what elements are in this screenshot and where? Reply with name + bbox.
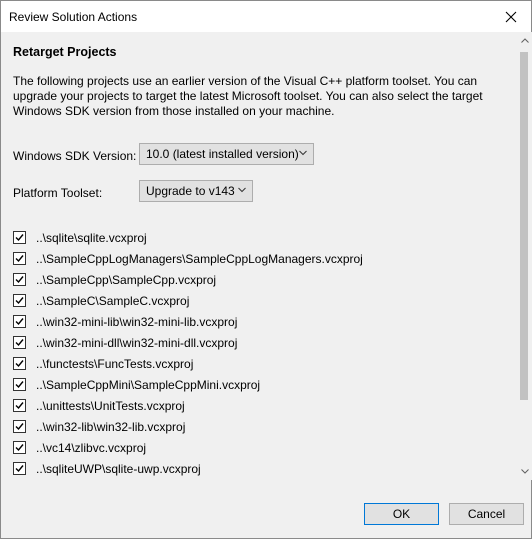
checkmark-icon <box>15 423 24 431</box>
project-checkbox[interactable] <box>13 420 26 433</box>
project-item[interactable]: ..\vc14\zlibvc.vcxproj <box>13 437 493 458</box>
chevron-down-icon <box>520 469 529 474</box>
platform-toolset-dropdown[interactable]: Upgrade to v143 <box>139 180 253 202</box>
project-checkbox[interactable] <box>13 399 26 412</box>
checkmark-icon <box>15 465 24 473</box>
title-bar: Review Solution Actions <box>1 1 531 32</box>
project-item[interactable]: ..\win32-mini-lib\win32-mini-lib.vcxproj <box>13 311 493 332</box>
project-item[interactable]: ..\SampleC\SampleC.vcxproj <box>13 290 493 311</box>
project-label: ..\SampleCpp\SampleCpp.vcxproj <box>36 272 217 287</box>
checkmark-icon <box>15 381 24 389</box>
sdk-version-label: Windows SDK Version: <box>13 149 137 163</box>
project-item[interactable]: ..\unittests\UnitTests.vcxproj <box>13 395 493 416</box>
platform-toolset-value: Upgrade to v143 <box>146 184 235 198</box>
project-item[interactable]: ..\win32-lib\win32-lib.vcxproj <box>13 416 493 437</box>
project-checkbox[interactable] <box>13 462 26 475</box>
checkmark-icon <box>15 297 24 305</box>
dialog-footer: OK Cancel <box>1 480 531 538</box>
project-list-scrollbar[interactable] <box>516 32 532 480</box>
project-label: ..\functests\FuncTests.vcxproj <box>36 356 194 371</box>
ok-button[interactable]: OK <box>364 503 439 525</box>
content-pane: Retarget Projects The following projects… <box>1 32 516 480</box>
chevron-up-icon <box>520 38 529 43</box>
checkmark-icon <box>15 339 24 347</box>
close-icon <box>505 11 517 22</box>
platform-toolset-label: Platform Toolset: <box>13 186 103 200</box>
project-label: ..\SampleCppLogManagers\SampleCppLogMana… <box>36 251 363 266</box>
checkmark-icon <box>15 402 24 410</box>
project-list: ..\sqlite\sqlite.vcxproj ..\SampleCppLogM… <box>13 227 493 479</box>
project-checkbox[interactable] <box>13 378 26 391</box>
cancel-button[interactable]: Cancel <box>449 503 524 525</box>
checkmark-icon <box>15 360 24 368</box>
project-checkbox[interactable] <box>13 357 26 370</box>
checkmark-icon <box>15 255 24 263</box>
checkmark-icon <box>15 318 24 326</box>
section-heading: Retarget Projects <box>13 45 117 59</box>
project-label: ..\sqliteUWP\sqlite-uwp.vcxproj <box>36 461 201 476</box>
project-label: ..\vc14\zlibvc.vcxproj <box>36 440 147 455</box>
project-label: ..\unittests\UnitTests.vcxproj <box>36 398 185 413</box>
scroll-up-button[interactable] <box>516 32 532 49</box>
section-description: The following projects use an earlier ve… <box>13 74 483 118</box>
project-item[interactable]: ..\SampleCppMini\SampleCppMini.vcxproj <box>13 374 493 395</box>
checkmark-icon <box>15 444 24 452</box>
project-label: ..\SampleCppMini\SampleCppMini.vcxproj <box>36 377 261 392</box>
checkmark-icon <box>15 234 24 242</box>
chevron-down-icon <box>238 187 246 195</box>
project-item[interactable]: ..\functests\FuncTests.vcxproj <box>13 353 493 374</box>
dialog-window: Review Solution Actions Retarget Project… <box>0 0 532 539</box>
project-item[interactable]: ..\win32-mini-dll\win32-mini-dll.vcxproj <box>13 332 493 353</box>
project-label: ..\win32-mini-lib\win32-mini-lib.vcxproj <box>36 314 238 329</box>
project-label: ..\win32-mini-dll\win32-mini-dll.vcxproj <box>36 335 238 350</box>
project-checkbox[interactable] <box>13 231 26 244</box>
project-label: ..\sqlite\sqlite.vcxproj <box>36 230 147 245</box>
window-title: Review Solution Actions <box>9 10 138 24</box>
project-checkbox[interactable] <box>13 294 26 307</box>
chevron-down-icon <box>299 150 307 158</box>
project-checkbox[interactable] <box>13 336 26 349</box>
project-item[interactable]: ..\sqliteUWP\sqlite-uwp.vcxproj <box>13 458 493 479</box>
project-item[interactable]: ..\SampleCppLogManagers\SampleCppLogMana… <box>13 248 493 269</box>
sdk-version-value: 10.0 (latest installed version) <box>146 147 299 161</box>
sdk-version-dropdown[interactable]: 10.0 (latest installed version) <box>139 143 314 165</box>
project-checkbox[interactable] <box>13 273 26 286</box>
scroll-thumb[interactable] <box>520 52 528 400</box>
project-checkbox[interactable] <box>13 441 26 454</box>
project-item[interactable]: ..\SampleCpp\SampleCpp.vcxproj <box>13 269 493 290</box>
checkmark-icon <box>15 276 24 284</box>
project-checkbox[interactable] <box>13 315 26 328</box>
project-item[interactable]: ..\sqlite\sqlite.vcxproj <box>13 227 493 248</box>
project-checkbox[interactable] <box>13 252 26 265</box>
close-button[interactable] <box>491 1 531 32</box>
scroll-down-button[interactable] <box>516 463 532 480</box>
project-label: ..\SampleC\SampleC.vcxproj <box>36 293 190 308</box>
project-label: ..\win32-lib\win32-lib.vcxproj <box>36 419 186 434</box>
